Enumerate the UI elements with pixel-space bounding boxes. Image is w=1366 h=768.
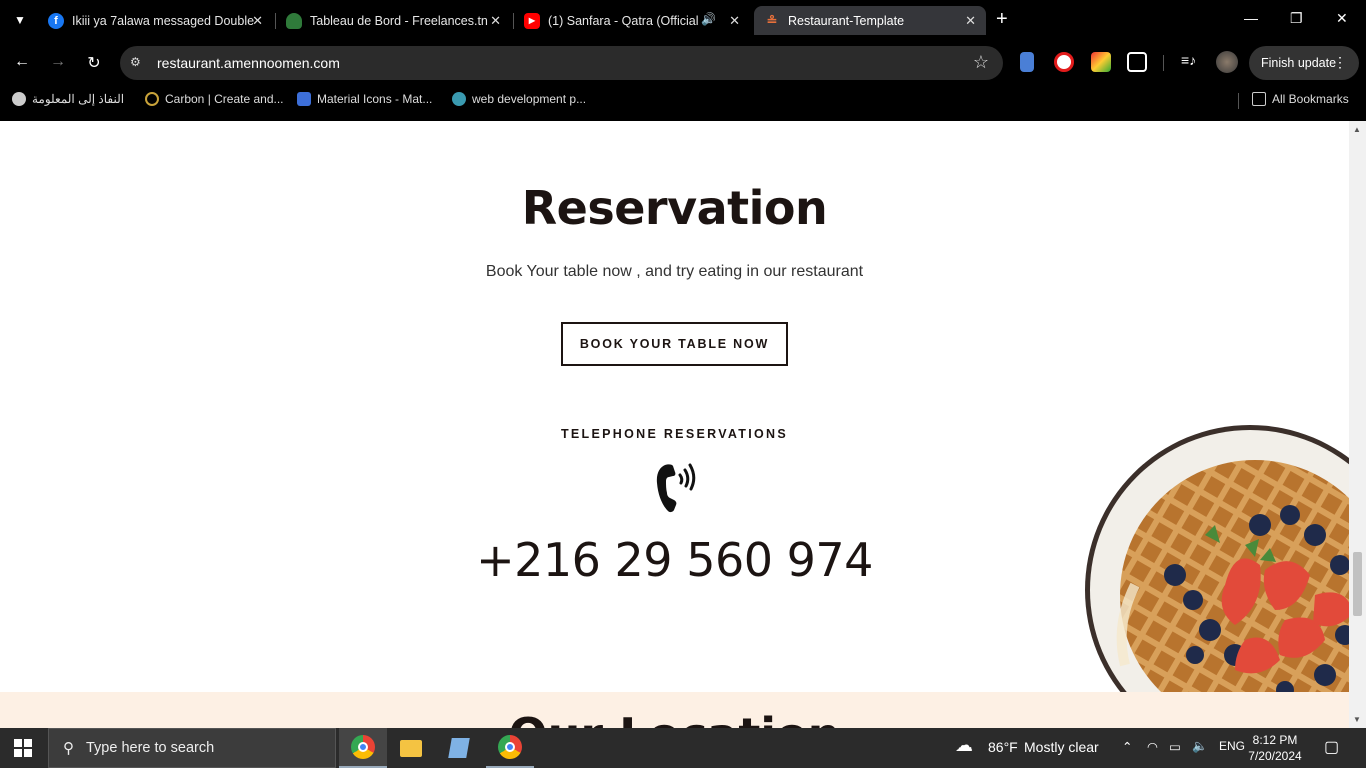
- tab-title: Tableau de Bord - Freelances.tn: [310, 13, 488, 28]
- page-viewport: Reservation Book Your table now , and tr…: [0, 121, 1349, 728]
- extension-adblock-icon[interactable]: [1054, 52, 1074, 72]
- restore-icon[interactable]: ❐: [1290, 10, 1303, 27]
- extension-colorful-icon[interactable]: [1091, 52, 1111, 72]
- tab-title: Ikiii ya 7alawa messaged Double: [72, 13, 255, 28]
- bookmarks-divider: [1238, 93, 1239, 109]
- facebook-icon: f: [48, 12, 64, 29]
- browser-toolbar: ← → ↻ ⚙ restaurant.amennoomen.com ☆ ≡♪ F…: [0, 41, 1366, 85]
- finish-update-button[interactable]: Finish update ⋮: [1249, 46, 1359, 80]
- scroll-down-icon[interactable]: ▼: [1353, 715, 1361, 724]
- profile-avatar[interactable]: [1216, 51, 1238, 73]
- globe-icon: [12, 92, 26, 106]
- scroll-up-icon[interactable]: ▲: [1353, 125, 1361, 134]
- back-arrow-icon[interactable]: ←: [12, 53, 32, 71]
- tab-strip: ▼ f Ikiii ya 7alawa messaged Double ✕ Ta…: [0, 0, 1366, 41]
- bookmarks-bar: النفاذ إلى المعلومة Carbon | Create and.…: [0, 85, 1366, 115]
- bookmark-item[interactable]: Carbon | Create and...: [145, 92, 284, 106]
- web-dev-icon: [452, 92, 466, 106]
- tab-close-icon[interactable]: ✕: [490, 13, 501, 29]
- freelances-icon: [286, 12, 302, 29]
- bookmark-label: Carbon | Create and...: [165, 92, 284, 106]
- phone-ringing-icon: [656, 463, 696, 513]
- clock-time: 8:12 PM: [1252, 733, 1298, 747]
- language-indicator[interactable]: ENG: [1219, 739, 1245, 753]
- tab-facebook[interactable]: f Ikiii ya 7alawa messaged Double ✕: [38, 6, 273, 35]
- tab-restaurant-template[interactable]: ≗ Restaurant-Template ✕: [754, 6, 986, 35]
- search-placeholder: Type here to search: [86, 740, 215, 756]
- taskbar-chrome-profile[interactable]: [486, 728, 534, 768]
- weather-moon-cloud-icon[interactable]: ☁: [955, 735, 973, 756]
- restaurant-icon: ≗: [766, 12, 778, 28]
- reservation-subtitle: Book Your table now , and try eating in …: [485, 263, 864, 280]
- tab-title: Restaurant-Template: [788, 13, 905, 28]
- notepad-icon: [448, 738, 470, 758]
- folder-icon: [1252, 92, 1266, 106]
- weather-temperature[interactable]: 86°F: [988, 739, 1018, 755]
- show-hidden-icons-icon[interactable]: ⌃: [1122, 739, 1132, 754]
- reload-icon[interactable]: ↻: [84, 53, 104, 73]
- tab-search-chevron-icon[interactable]: ▼: [8, 8, 32, 32]
- location-title: Our Location: [0, 708, 1349, 728]
- network-icon[interactable]: ◠: [1147, 739, 1158, 754]
- material-icons-icon: [297, 92, 311, 106]
- youtube-icon: ▶: [524, 12, 540, 29]
- windows-taskbar: ⚲ Type here to search ☁ 86°F Mostly clea…: [0, 728, 1366, 768]
- waffle-plate-image: [1085, 425, 1349, 725]
- minimize-icon[interactable]: —: [1244, 10, 1258, 26]
- media-controls-icon[interactable]: ≡♪: [1181, 52, 1201, 72]
- folder-icon: [400, 739, 422, 757]
- scrollbar-thumb[interactable]: [1353, 552, 1362, 616]
- tab-close-icon[interactable]: ✕: [965, 13, 976, 29]
- url-text: restaurant.amennoomen.com: [157, 55, 340, 71]
- all-bookmarks-label: All Bookmarks: [1272, 92, 1349, 106]
- tab-freelances[interactable]: Tableau de Bord - Freelances.tn ✕: [276, 6, 511, 35]
- bookmark-label: النفاذ إلى المعلومة: [32, 92, 125, 106]
- weather-description[interactable]: Mostly clear: [1024, 739, 1099, 755]
- extensions-puzzle-icon[interactable]: [1127, 52, 1147, 72]
- new-tab-plus-icon[interactable]: +: [996, 9, 1008, 29]
- toolbar-divider: [1163, 55, 1164, 71]
- tab-title: (1) Sanfara - Qatra (Official: [548, 13, 698, 28]
- bookmark-label: Material Icons - Mat...: [317, 92, 433, 106]
- battery-icon[interactable]: ▭: [1169, 739, 1181, 754]
- taskbar-search-box[interactable]: ⚲ Type here to search: [48, 728, 336, 768]
- audio-playing-icon[interactable]: 🔊: [701, 12, 716, 26]
- system-clock[interactable]: 8:12 PM 7/20/2024: [1244, 732, 1306, 764]
- tab-youtube[interactable]: ▶ (1) Sanfara - Qatra (Official 🔊 ✕: [514, 6, 750, 35]
- chrome-icon: [351, 735, 375, 759]
- address-bar[interactable]: ⚙ restaurant.amennoomen.com ☆: [120, 46, 1003, 80]
- bookmark-item[interactable]: web development p...: [452, 92, 586, 106]
- clock-date: 7/20/2024: [1248, 749, 1302, 763]
- extension-docs-icon[interactable]: [1020, 52, 1034, 72]
- book-table-button[interactable]: BOOK YOUR TABLE NOW: [561, 322, 788, 366]
- location-section: Our Location: [0, 692, 1349, 728]
- windows-start-icon[interactable]: [14, 739, 32, 757]
- window-close-icon[interactable]: ✕: [1336, 10, 1348, 27]
- bookmark-star-icon[interactable]: ☆: [973, 52, 989, 73]
- more-vert-icon[interactable]: ⋮: [1333, 54, 1347, 71]
- bookmark-item[interactable]: النفاذ إلى المعلومة: [12, 92, 124, 106]
- notifications-icon[interactable]: ▢: [1324, 737, 1339, 757]
- forward-arrow-icon[interactable]: →: [48, 53, 68, 71]
- bookmark-label: web development p...: [472, 92, 587, 106]
- finish-update-label: Finish update: [1261, 56, 1337, 70]
- search-icon: ⚲: [63, 740, 74, 757]
- reservation-title: Reservation: [521, 181, 828, 235]
- chrome-icon: [498, 735, 522, 759]
- volume-icon[interactable]: 🔈: [1192, 739, 1208, 754]
- page-scrollbar[interactable]: ▲ ▼: [1349, 121, 1366, 728]
- carbon-icon: [145, 92, 159, 106]
- tab-close-icon[interactable]: ✕: [252, 13, 263, 29]
- taskbar-app-blue[interactable]: [435, 728, 483, 768]
- all-bookmarks-item[interactable]: All Bookmarks: [1252, 92, 1349, 106]
- tab-close-icon[interactable]: ✕: [729, 13, 740, 29]
- site-settings-icon[interactable]: ⚙: [130, 55, 146, 71]
- bookmark-item[interactable]: Material Icons - Mat...: [297, 92, 432, 106]
- taskbar-file-explorer[interactable]: [387, 728, 435, 768]
- taskbar-chrome-app[interactable]: [339, 728, 387, 768]
